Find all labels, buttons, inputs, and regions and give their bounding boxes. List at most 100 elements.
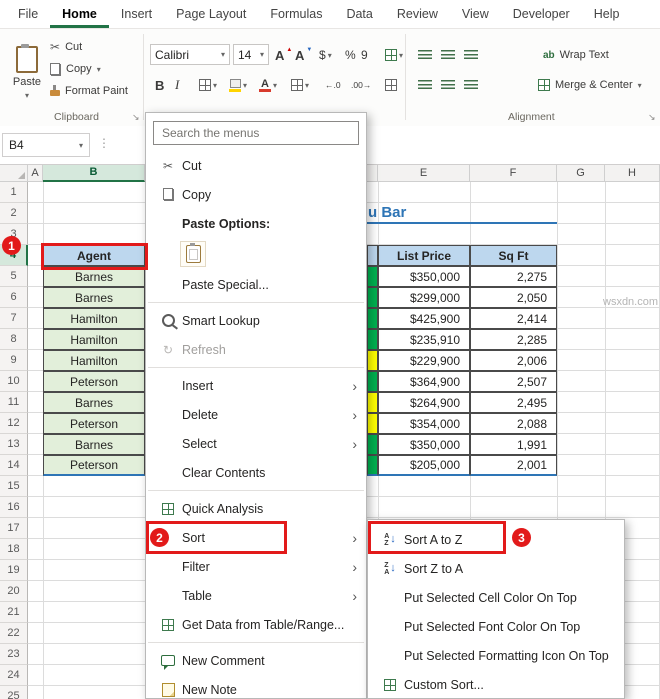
increase-decimal-button[interactable]: ←.0 [322,74,344,96]
font-size-select[interactable]: 14 ▾ [233,44,269,65]
tab-help[interactable]: Help [582,0,632,28]
row-header-20[interactable]: 20 [0,581,28,602]
wrap-text-button[interactable]: ab Wrap Text [543,44,609,66]
name-box[interactable]: B4 ▾ [2,133,90,157]
menu-search-input[interactable] [160,125,352,141]
align-top-button[interactable] [415,44,435,66]
tab-file[interactable]: File [6,0,50,28]
row-header-24[interactable]: 24 [0,665,28,686]
context-menu-item-copy[interactable]: Copy [146,180,366,209]
clipboard-dialog-launcher[interactable]: ↘ [132,112,140,123]
context-menu-item-table[interactable]: Table › [146,581,366,610]
align-center-button[interactable] [438,74,458,96]
context-menu-item-quick-analysis[interactable]: Quick Analysis [146,494,366,523]
decrease-font-size-button[interactable]: A ▼ [292,44,315,66]
row-header-1[interactable]: 1 [0,182,28,203]
context-menu-item-smart-lookup[interactable]: Smart Lookup [146,306,366,335]
row-header-18[interactable]: 18 [0,539,28,560]
copy-button[interactable]: Copy ▾ [50,58,128,80]
format-painter-button[interactable]: Format Paint [50,80,128,102]
select-all-corner[interactable] [0,164,28,182]
bold-button[interactable]: B [152,74,167,96]
row-header-8[interactable]: 8 [0,329,28,350]
decrease-decimal-button[interactable]: .00→ [348,74,374,96]
fill-color-button[interactable]: ▾ [226,74,250,96]
paste-option-paste-icon[interactable] [180,241,206,267]
column-header-b[interactable]: B [43,164,145,182]
sort-submenu-item-put-selected-cell-color-on-top[interactable]: Put Selected Cell Color On Top [368,583,624,612]
row-header-5[interactable]: 5 [0,266,28,287]
comma-style-button[interactable]: 9 [358,44,371,66]
context-menu-item-cut[interactable]: ✂ Cut [146,151,366,180]
column-header-d-sliver[interactable] [367,164,378,182]
column-header-e[interactable]: E [378,164,470,182]
alignment-dialog-launcher[interactable]: ↘ [648,112,656,123]
cut-button[interactable]: ✂ Cut [50,36,128,58]
column-header-h[interactable]: H [605,164,660,182]
group-divider [405,34,406,120]
percent-style-button[interactable]: % [342,44,359,66]
row-header-14[interactable]: 14 [0,455,28,476]
row-header-21[interactable]: 21 [0,602,28,623]
merge-borders-button[interactable]: ▾ [288,74,312,96]
column-header-f[interactable]: F [470,164,557,182]
context-menu-item-get-data-from-table-range[interactable]: Get Data from Table/Range... [146,610,366,639]
row-header-9[interactable]: 9 [0,350,28,371]
column-header-g[interactable]: G [557,164,605,182]
row-header-12[interactable]: 12 [0,413,28,434]
row-header-2[interactable]: 2 [0,203,28,224]
row-header-10[interactable]: 10 [0,371,28,392]
context-menu-item-insert[interactable]: Insert › [146,371,366,400]
tab-insert[interactable]: Insert [109,0,164,28]
sort-submenu-item-custom-sort[interactable]: Custom Sort... [368,670,624,699]
sort-submenu-item-sort-z-to-a[interactable]: Z A ↓ Sort Z to A [368,554,624,583]
tab-view[interactable]: View [450,0,501,28]
name-box-resizer[interactable]: ⋮ [98,136,110,150]
tab-data[interactable]: Data [334,0,384,28]
align-left-button[interactable] [415,74,435,96]
row-header-17[interactable]: 17 [0,518,28,539]
borders-button[interactable]: ▾ [196,74,220,96]
merge-center-button[interactable]: Merge & Center ▾ [538,74,642,96]
collapsed-group-button[interactable]: ▾ [382,44,406,66]
row-header-6[interactable]: 6 [0,287,28,308]
row-header-22[interactable]: 22 [0,623,28,644]
row-header-16[interactable]: 16 [0,497,28,518]
context-menu-item-new-comment[interactable]: New Comment [146,646,366,675]
italic-button[interactable]: I [172,74,182,96]
align-middle-button[interactable] [438,44,458,66]
context-menu-item-delete[interactable]: Delete › [146,400,366,429]
eraser-button[interactable] [382,74,400,96]
tab-formulas[interactable]: Formulas [258,0,334,28]
font-name-select[interactable]: Calibri ▾ [150,44,230,65]
context-menu-item-clear-contents[interactable]: Clear Contents [146,458,366,487]
align-right-button[interactable] [461,74,481,96]
alignment-group-label: Alignment [508,111,555,123]
sort-submenu-item-put-selected-formatting-icon-on-top[interactable]: Put Selected Formatting Icon On Top [368,641,624,670]
tab-developer[interactable]: Developer [501,0,582,28]
row-header-25[interactable]: 25 [0,686,28,699]
step-badge-1: 1 [2,236,21,255]
column-header-a[interactable]: A [28,164,43,182]
cell-sqft: 2,001 [470,455,557,476]
row-header-13[interactable]: 13 [0,434,28,455]
context-menu-item-new-note[interactable]: New Note [146,675,366,699]
tab-review[interactable]: Review [385,0,450,28]
row-header-19[interactable]: 19 [0,560,28,581]
sort-submenu-item-put-selected-font-color-on-top[interactable]: Put Selected Font Color On Top [368,612,624,641]
tab-page-layout[interactable]: Page Layout [164,0,258,28]
tab-home[interactable]: Home [50,0,109,28]
context-menu-item-refresh: ↻ Refresh [146,335,366,364]
row-header-7[interactable]: 7 [0,308,28,329]
font-color-button[interactable]: A ▾ [256,74,280,96]
row-header-11[interactable]: 11 [0,392,28,413]
context-menu-item-select[interactable]: Select › [146,429,366,458]
context-menu-item-filter[interactable]: Filter › [146,552,366,581]
row-header-23[interactable]: 23 [0,644,28,665]
paste-button[interactable]: Paste ▾ [6,34,48,112]
row-header-15[interactable]: 15 [0,476,28,497]
accounting-format-button[interactable]: $ ▾ [316,44,335,66]
menu-search[interactable] [153,121,359,145]
context-menu-item-paste-special[interactable]: Paste Special... [146,270,366,299]
align-bottom-button[interactable] [461,44,481,66]
